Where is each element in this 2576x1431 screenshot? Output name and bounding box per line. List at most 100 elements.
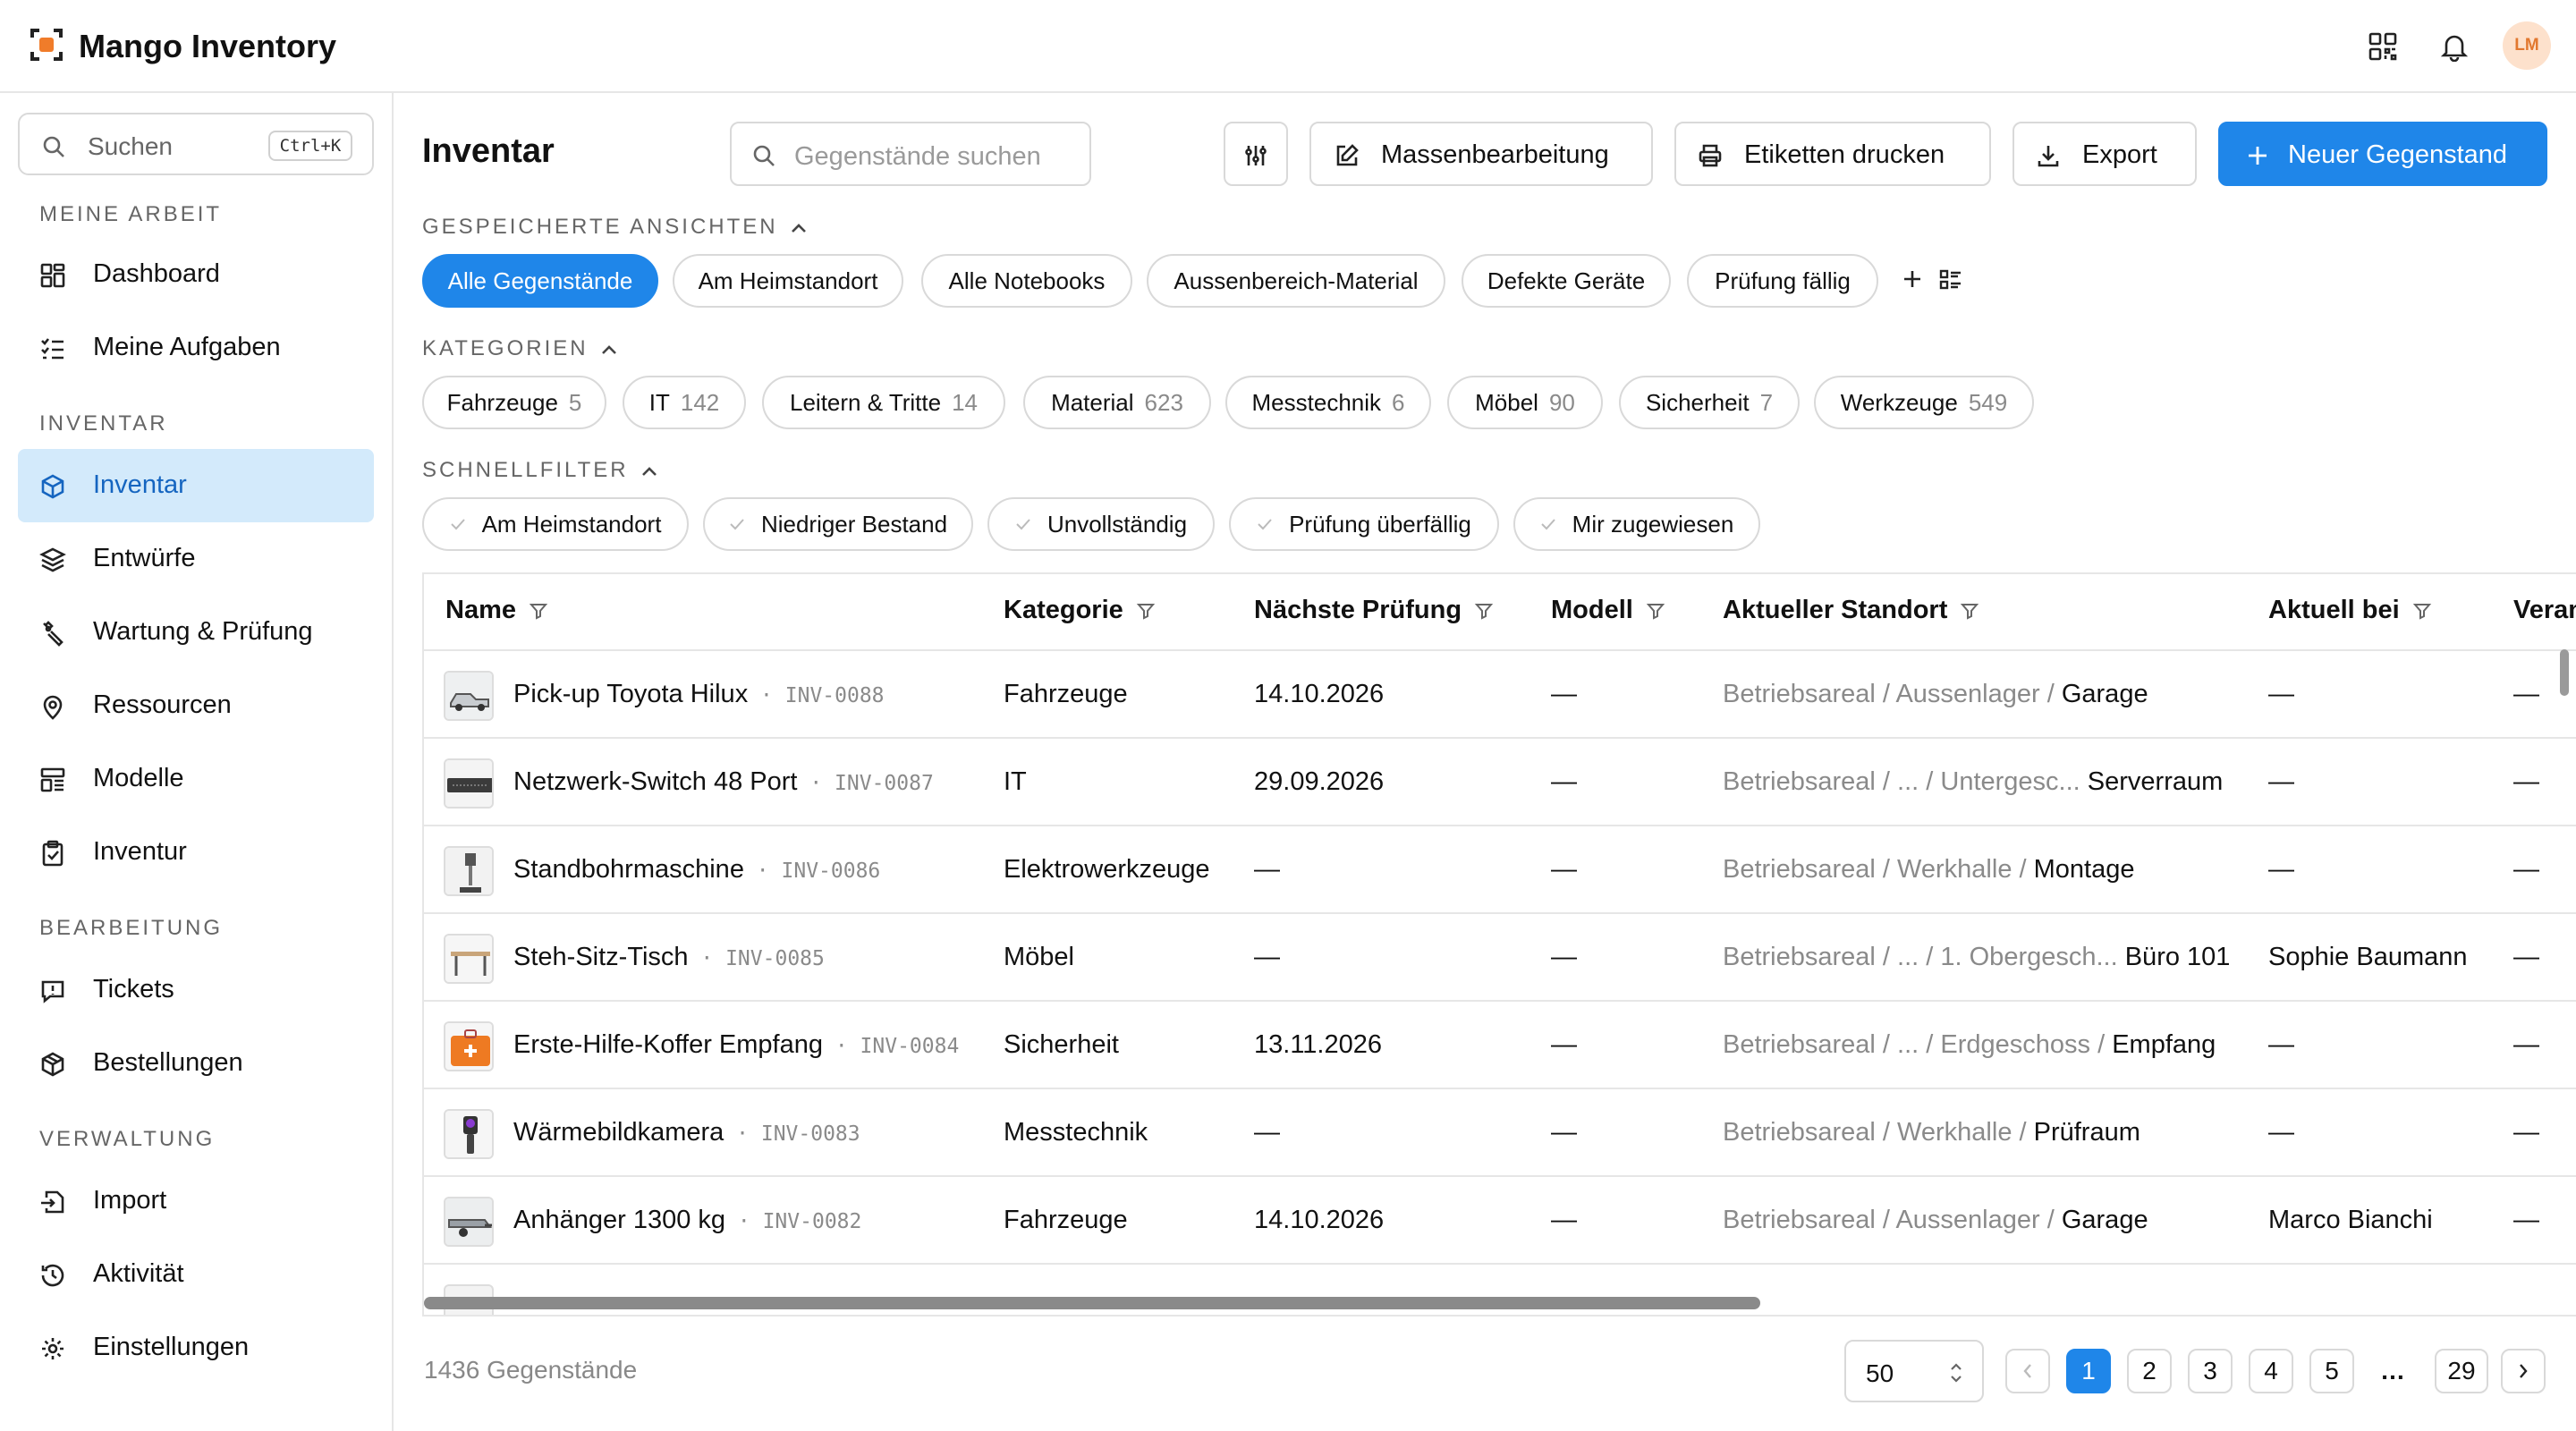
sidebar-item-models[interactable]: Modelle [18,742,374,816]
category-name: Werkzeuge [1840,388,1958,416]
category-chip[interactable]: IT 142 [623,376,746,429]
bulk-edit-button[interactable]: Massenbearbeitung [1309,122,1653,186]
sidebar-item-import[interactable]: Import [18,1164,374,1238]
item-name[interactable]: Netzwerk-Switch 48 Port [513,767,798,796]
filter-icon[interactable] [1474,601,1494,621]
previous-page-button[interactable] [2005,1349,2050,1393]
download-icon [2036,143,2061,168]
quick-filter-chip[interactable]: Am Heimstandort [422,497,689,551]
saved-view-chip[interactable]: Defekte Geräte [1462,254,1671,308]
category-chip[interactable]: Messtechnik 6 [1225,376,1431,429]
saved-view-chip[interactable]: Alle Notebooks [921,254,1132,308]
column-settings-button[interactable] [1224,122,1288,186]
sidebar-item-stocktake[interactable]: Inventur [18,816,374,889]
location-path: Betriebsareal / Werkhalle / [1723,855,2027,884]
export-button[interactable]: Export [2012,122,2197,186]
table-row[interactable]: Wärmebildkamera · INV-0083 Messtechnik —… [424,1089,2576,1177]
saved-view-chip[interactable]: Alle Gegenstände [422,254,658,308]
column-header-holder[interactable]: Aktuell bei [2268,596,2432,625]
page-button[interactable]: 2 [2127,1349,2172,1393]
item-name[interactable]: Pick-up Toyota Hilux [513,680,748,708]
page-size-value: 50 [1866,1359,1894,1387]
filter-icon[interactable] [2412,601,2432,621]
sidebar-item-label: Import [93,1186,167,1215]
add-view-icon[interactable] [1900,267,1925,292]
app-name: Mango Inventory [79,28,337,64]
item-name[interactable]: Erste-Hilfe-Koffer Empfang [513,1030,823,1059]
column-header-responsible[interactable]: Veran [2513,596,2576,625]
quick-filter-label: Am Heimstandort [481,510,662,538]
vertical-scrollbar[interactable] [2560,649,2569,696]
category-chip[interactable]: Werkzeuge 549 [1814,376,2034,429]
page-button[interactable]: 4 [2249,1349,2293,1393]
history-icon [39,1262,66,1289]
qr-code-icon[interactable] [2361,25,2404,68]
column-header-model[interactable]: Modell [1551,596,1665,625]
item-search-input[interactable]: Gegenstände suchen [730,122,1091,186]
saved-views-toggle[interactable]: GESPEICHERTE ANSICHTEN [422,215,807,240]
sidebar-search[interactable]: Suchen Ctrl+K [18,113,374,175]
user-avatar[interactable]: LM [2503,21,2551,70]
column-header-name[interactable]: Name [445,596,548,625]
item-name[interactable]: Standbohrmaschine [513,855,744,884]
column-header-location[interactable]: Aktueller Standort [1723,596,1979,625]
category-chip[interactable]: Möbel 90 [1447,376,1603,429]
item-name[interactable]: Anhänger 1300 kg [513,1206,725,1234]
table-row[interactable]: Pick-up Toyota Hilux · INV-0088 Fahrzeug… [424,651,2576,739]
table-row[interactable]: Steh-Sitz-Tisch · INV-0085 Möbel — — Bet… [424,914,2576,1002]
quick-filter-chip[interactable]: Prüfung überfällig [1229,497,1499,551]
sidebar-item-label: Inventur [93,837,187,866]
sidebar-item-maintenance[interactable]: Wartung & Prüfung [18,596,374,669]
saved-view-chip[interactable]: Am Heimstandort [673,254,903,308]
sidebar-item-inventory[interactable]: Inventar [18,449,374,522]
item-name[interactable]: Wärmebildkamera [513,1118,724,1147]
quick-filter-chip[interactable]: Mir zugewiesen [1513,497,1760,551]
filter-icon[interactable] [1136,601,1156,621]
sidebar-item-dashboard[interactable]: Dashboard [18,238,374,311]
saved-view-chip[interactable]: Prüfung fällig [1687,254,1878,308]
sidebar-item-settings[interactable]: Einstellungen [18,1311,374,1384]
next-page-button[interactable] [2501,1349,2546,1393]
table-row[interactable]: Anhänger 1300 kg · INV-0082 Fahrzeuge 14… [424,1177,2576,1265]
category-chip[interactable]: Leitern & Tritte 14 [762,376,1005,429]
horizontal-scrollbar[interactable] [424,1297,1760,1309]
filter-icon[interactable] [529,601,548,621]
page-button[interactable]: 5 [2309,1349,2354,1393]
item-name[interactable]: Steh-Sitz-Tisch [513,943,689,971]
new-item-button[interactable]: Neuer Gegenstand [2218,122,2547,186]
saved-view-chip[interactable]: Aussenbereich-Material [1147,254,1445,308]
sidebar-item-tickets[interactable]: Tickets [18,953,374,1027]
item-holder: — [2268,855,2294,884]
print-labels-button[interactable]: Etiketten drucken [1674,122,1991,186]
sidebar-item-resources[interactable]: Ressourcen [18,669,374,742]
sidebar-item-activity[interactable]: Aktivität [18,1238,374,1311]
item-next-check: — [1254,855,1280,884]
sidebar-item-orders[interactable]: Bestellungen [18,1027,374,1100]
quick-filters-toggle[interactable]: SCHNELLFILTER [422,458,657,483]
sidebar-item-drafts[interactable]: Entwürfe [18,522,374,596]
page-button[interactable]: 29 [2435,1349,2488,1393]
table-row[interactable]: Netzwerk-Switch 48 Port · INV-0087 IT 29… [424,739,2576,826]
quick-filter-chip[interactable]: Niedriger Bestand [703,497,973,551]
column-header-category[interactable]: Kategorie [1004,596,1156,625]
sidebar-item-tasks[interactable]: Meine Aufgaben [18,311,374,385]
table-row[interactable]: Erste-Hilfe-Koffer Empfang · INV-0084 Si… [424,1002,2576,1089]
category-chip[interactable]: Sicherheit 7 [1619,376,1800,429]
filter-icon[interactable] [1960,601,1979,621]
manage-views-icon[interactable] [1937,267,1964,293]
page-button[interactable]: 1 [2066,1349,2111,1393]
page-size-select[interactable]: 50 [1844,1340,1984,1402]
categories-toggle[interactable]: KATEGORIEN [422,336,617,361]
filter-icon[interactable] [1646,601,1665,621]
sidebar-item-label: Wartung & Prüfung [93,617,313,646]
notification-bell-icon[interactable] [2433,25,2476,68]
table-row[interactable]: Standbohrmaschine · INV-0086 Elektrowerk… [424,826,2576,914]
item-code: INV-0088 [784,684,885,707]
column-header-next-check[interactable]: Nächste Prüfung [1254,596,1494,625]
page-button[interactable]: 3 [2188,1349,2233,1393]
item-code: INV-0087 [835,772,934,795]
category-chip[interactable]: Material 623 [1023,376,1211,429]
bulk-edit-label: Massenbearbeitung [1381,140,1609,169]
quick-filter-chip[interactable]: Unvollständig [987,497,1215,551]
category-chip[interactable]: Fahrzeuge 5 [422,376,606,429]
